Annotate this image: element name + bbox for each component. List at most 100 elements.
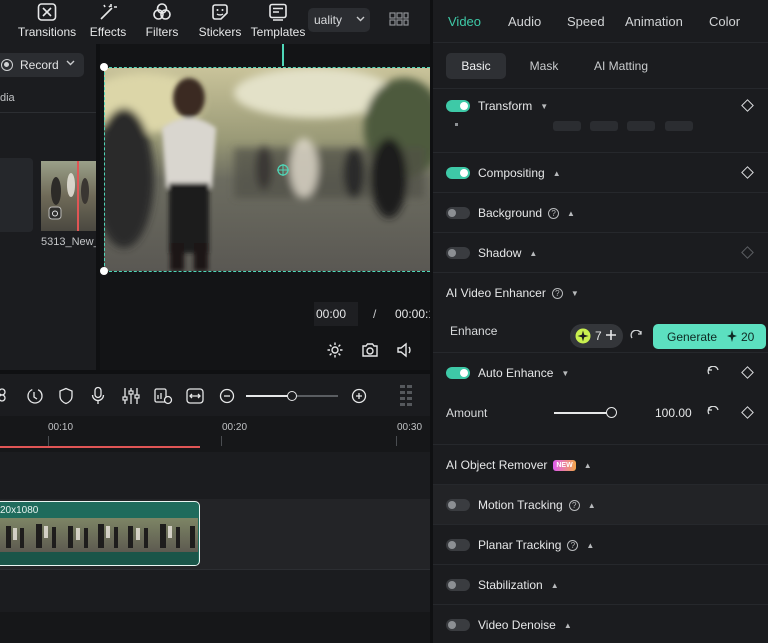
toolbar-stickers[interactable]: Stickers: [194, 0, 246, 44]
motion-tracking-header[interactable]: Motion Tracking? ▲: [478, 498, 596, 512]
volume-icon[interactable]: [396, 341, 414, 359]
amount-value[interactable]: 100.00: [655, 406, 692, 420]
planar-tracking-label: Planar Tracking: [478, 538, 562, 552]
mask-shield-icon[interactable]: [58, 387, 74, 405]
settings-gear-icon[interactable]: [326, 341, 344, 359]
amount-slider-knob[interactable]: [606, 407, 617, 418]
replace-media-icon[interactable]: [153, 387, 173, 405]
tab-color[interactable]: Color: [709, 14, 740, 29]
effects-icon: [98, 2, 118, 22]
fit-timeline-icon[interactable]: [185, 387, 205, 405]
shadow-toggle[interactable]: [446, 247, 470, 259]
background-toggle[interactable]: [446, 207, 470, 219]
auto-enhance-toggle[interactable]: [446, 367, 470, 379]
tabs-divider: [433, 42, 768, 43]
help-icon[interactable]: ?: [548, 208, 560, 220]
background-header[interactable]: Background? ▲: [478, 206, 575, 220]
toolbar-transitions[interactable]: Transitions: [16, 0, 78, 44]
ai-credits-button[interactable]: 7: [570, 324, 623, 348]
stabilization-label: Stabilization: [478, 578, 543, 592]
planar-tracking-toggle[interactable]: [446, 539, 470, 551]
ai-object-remover-section: AI Object Remover NEW ▲: [433, 444, 768, 484]
toolbar-templates-label: Templates: [250, 25, 306, 39]
amount-label: Amount: [446, 406, 488, 420]
microphone-icon[interactable]: [90, 386, 106, 406]
media-thumbnail[interactable]: [41, 161, 96, 231]
audio-mixer-icon[interactable]: [121, 387, 141, 405]
zoom-slider-knob[interactable]: [287, 391, 297, 401]
toolbar-effects[interactable]: Effects: [86, 0, 130, 44]
video-denoise-toggle[interactable]: [446, 619, 470, 631]
compositing-section: Compositing ▲: [433, 152, 768, 192]
caret-up-icon: ▲: [529, 249, 538, 259]
transform-toggle[interactable]: [446, 100, 470, 112]
keyframe-diamond-icon[interactable]: [741, 366, 754, 379]
help-icon[interactable]: ?: [567, 540, 579, 552]
zoom-slider-fill: [246, 395, 292, 397]
tab-video[interactable]: Video: [448, 14, 481, 29]
tab-speed[interactable]: Speed: [567, 14, 605, 29]
thumbnail-caption: 5313_New_: [41, 236, 96, 248]
compositing-toggle[interactable]: [446, 167, 470, 179]
quality-dropdown[interactable]: uality: [308, 8, 370, 32]
video-denoise-header[interactable]: Video Denoise ▲: [478, 618, 572, 632]
background-section: Background? ▲: [433, 192, 768, 232]
anchor-point-icon[interactable]: [277, 164, 289, 176]
tab-audio[interactable]: Audio: [508, 14, 541, 29]
tab-animation[interactable]: Animation: [625, 14, 683, 29]
auto-enhance-header[interactable]: Auto Enhance ▼: [478, 366, 569, 380]
reset-icon[interactable]: [707, 406, 720, 419]
ai-object-remover-header[interactable]: AI Object Remover NEW ▲: [446, 458, 592, 472]
timeline-more-icon[interactable]: [399, 384, 413, 408]
time-separator: /: [373, 307, 377, 321]
toolbar-filters[interactable]: Filters: [140, 0, 184, 44]
multicam-icon[interactable]: [0, 387, 12, 403]
empty-track: [0, 612, 430, 643]
generate-label: Generate: [667, 330, 718, 344]
subtab-ai-matting[interactable]: AI Matting: [586, 53, 656, 79]
amount-slider-fill: [554, 412, 611, 414]
zoom-out-icon[interactable]: [219, 388, 235, 404]
reset-icon[interactable]: [707, 366, 720, 379]
help-icon[interactable]: ?: [568, 500, 580, 512]
toolbar-effects-label: Effects: [89, 25, 127, 39]
toolbar-stickers-label: Stickers: [198, 25, 242, 39]
media-thumbnail-placeholder[interactable]: [0, 158, 33, 232]
keyframe-diamond-icon: [741, 246, 754, 259]
resize-handle-top-left[interactable]: [100, 63, 108, 71]
generate-button[interactable]: Generate 20: [653, 324, 766, 349]
rotate-handle[interactable]: [282, 44, 284, 66]
video-preview[interactable]: [104, 68, 430, 271]
ai-video-enhancer-header[interactable]: AI Video Enhancer? ▼: [446, 286, 579, 300]
sparkle-icon: [726, 329, 738, 343]
refresh-icon[interactable]: [630, 330, 643, 343]
subtab-basic[interactable]: Basic: [446, 53, 506, 79]
help-icon[interactable]: ?: [551, 288, 563, 300]
video-clip[interactable]: 20x1080: [0, 501, 200, 566]
stabilization-header[interactable]: Stabilization ▲: [478, 578, 559, 592]
zoom-slider[interactable]: [246, 391, 338, 401]
speed-ramp-icon[interactable]: [26, 387, 44, 405]
zoom-in-icon[interactable]: [351, 388, 367, 404]
resize-handle-bottom-left[interactable]: [100, 267, 108, 275]
record-button[interactable]: Record: [0, 53, 84, 77]
stabilization-toggle[interactable]: [446, 579, 470, 591]
grid-view-icon[interactable]: [389, 12, 409, 26]
amount-slider[interactable]: [554, 407, 617, 418]
transform-header[interactable]: Transform ▼: [478, 99, 548, 113]
current-time-field[interactable]: 00:00: [314, 302, 358, 326]
planar-tracking-header[interactable]: Planar Tracking? ▲: [478, 538, 594, 552]
motion-tracking-toggle[interactable]: [446, 499, 470, 511]
credits-value: 7: [595, 329, 602, 343]
compositing-header[interactable]: Compositing ▲: [478, 166, 561, 180]
transform-section: Transform ▼: [433, 88, 768, 152]
keyframe-diamond-icon[interactable]: [741, 99, 754, 112]
shadow-header[interactable]: Shadow ▲: [478, 246, 537, 260]
keyframe-diamond-icon[interactable]: [741, 166, 754, 179]
subtab-mask[interactable]: Mask: [516, 53, 572, 79]
caret-up-icon: ▲: [583, 461, 592, 471]
keyframe-diamond-icon[interactable]: [741, 406, 754, 419]
toolbar-templates[interactable]: Templates: [250, 0, 306, 44]
snapshot-camera-icon[interactable]: [361, 341, 379, 359]
chevron-down-icon: [66, 60, 75, 66]
